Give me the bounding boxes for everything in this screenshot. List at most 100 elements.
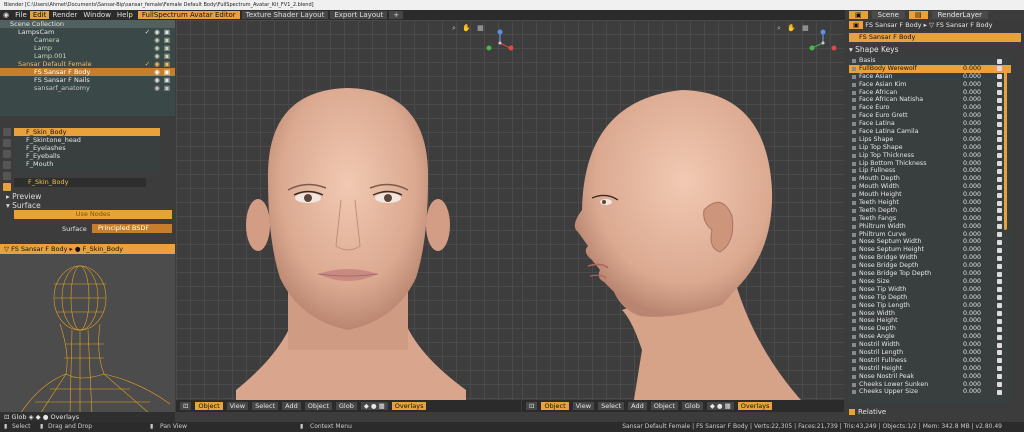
shape-key-mute-checkbox[interactable]	[997, 318, 1002, 324]
shape-key-mute-checkbox[interactable]	[997, 161, 1002, 167]
shape-key-value[interactable]: 0.000	[963, 294, 981, 302]
shape-key-row[interactable]: Basis	[849, 57, 1011, 65]
shape-key-row[interactable]: Lip Bottom Thickness 0.000	[849, 160, 1011, 168]
shape-key-row[interactable]: Teeth Fangs 0.000	[849, 215, 1011, 223]
shape-key-row[interactable]: Nose Bridge Depth 0.000	[849, 262, 1011, 270]
shape-key-value[interactable]: 0.000	[963, 270, 981, 278]
shape-key-mute-checkbox[interactable]	[997, 82, 1002, 88]
outliner-item[interactable]: Lamp ◉ ▣	[0, 44, 175, 52]
visibility-icon[interactable]: ◉ ▣	[154, 44, 171, 52]
shape-key-value[interactable]: 0.000	[963, 136, 981, 144]
shape-key-value[interactable]: 0.000	[963, 65, 981, 73]
shape-key-mute-checkbox[interactable]	[997, 389, 1002, 395]
shape-key-value[interactable]: 0.000	[963, 89, 981, 97]
shape-key-value[interactable]: 0.000	[963, 238, 981, 246]
workspace-tab-avatar-editor[interactable]: FullSpectrum Avatar Editor	[137, 11, 240, 19]
snap-icon[interactable]: ◆ ● ▦	[360, 402, 388, 410]
outliner-item[interactable]: LampsCam ✓ ◉ ▣	[0, 28, 175, 36]
render-layer-selector[interactable]: RenderLayer	[931, 11, 989, 19]
shape-key-row[interactable]: Face Latina Camila 0.000	[849, 128, 1011, 136]
shape-key-value[interactable]: 0.000	[963, 231, 981, 239]
shape-key-value[interactable]: 0.000	[963, 302, 981, 310]
shape-key-row[interactable]: Face Euro Grett 0.000	[849, 112, 1011, 120]
menu-edit[interactable]: Edit	[29, 11, 50, 19]
shape-key-row[interactable]: Teeth Height 0.000	[849, 199, 1011, 207]
shape-key-mute-checkbox[interactable]	[997, 279, 1002, 285]
shape-key-mute-checkbox[interactable]	[997, 74, 1002, 80]
shape-key-value[interactable]: 0.000	[963, 128, 981, 136]
shape-key-value[interactable]: 0.000	[963, 317, 981, 325]
wireframe-preview[interactable]	[0, 254, 175, 414]
shape-key-row[interactable]: Mouth Height 0.000	[849, 191, 1011, 199]
shape-key-mute-checkbox[interactable]	[997, 263, 1002, 269]
shape-key-row[interactable]: Nose Size 0.000	[849, 278, 1011, 286]
shape-key-row[interactable]: Mouth Depth 0.000	[849, 175, 1011, 183]
shape-key-mute-checkbox[interactable]	[997, 58, 1002, 64]
view-icon[interactable]: ⊡	[4, 413, 9, 421]
shape-key-mute-checkbox[interactable]	[997, 232, 1002, 238]
outliner-item[interactable]: Camera ◉ ▣	[0, 36, 175, 44]
shape-key-row[interactable]: Philtrum Curve 0.000	[849, 231, 1011, 239]
menu-window[interactable]: Window	[80, 11, 114, 19]
shape-key-mute-checkbox[interactable]	[997, 105, 1002, 111]
overlays-button[interactable]: Overlays	[391, 402, 427, 410]
shape-key-mute-checkbox[interactable]	[997, 287, 1002, 293]
shape-key-value[interactable]: 0.000	[963, 310, 981, 318]
shape-key-mute-checkbox[interactable]	[997, 311, 1002, 316]
select-menu[interactable]: Select	[252, 402, 279, 410]
shape-key-mute-checkbox[interactable]	[997, 168, 1002, 174]
shape-key-mute-checkbox[interactable]	[997, 97, 1002, 103]
shape-key-mute-checkbox[interactable]	[997, 208, 1002, 214]
menu-file[interactable]: File	[12, 11, 30, 19]
shape-key-value[interactable]: 0.000	[963, 349, 981, 357]
workspace-tab-export[interactable]: Export Layout	[330, 11, 388, 19]
properties-editor-icon[interactable]: ▣	[849, 21, 864, 29]
editor-type-icon[interactable]: ⊡	[526, 402, 538, 410]
object-icon[interactable]	[3, 161, 11, 169]
overlays-button[interactable]: Overlays	[50, 413, 79, 421]
visibility-icon[interactable]: ◉ ▣	[154, 84, 171, 92]
blender-logo-icon[interactable]: ◉	[0, 11, 12, 19]
shape-key-mute-checkbox[interactable]	[997, 366, 1002, 372]
snap-icon[interactable]: ◈ ◆ ●	[29, 413, 49, 421]
transform-orientation-selector[interactable]: Glob	[681, 402, 703, 410]
shape-key-row[interactable]: Nose Depth 0.000	[849, 325, 1011, 333]
material-slot[interactable]: F_Eyeballs	[14, 152, 160, 160]
shape-key-row[interactable]: Lip Fullness 0.000	[849, 167, 1011, 175]
object-menu[interactable]: Object	[304, 402, 332, 410]
shape-key-row[interactable]: Cheeks Lower Sunken 0.000	[849, 381, 1011, 389]
shape-key-row[interactable]: FullBody Werewolf 0.000	[849, 64, 1011, 73]
shape-key-row[interactable]: Nostril Width 0.000	[849, 341, 1011, 349]
shape-key-mute-checkbox[interactable]	[997, 239, 1002, 245]
view-menu[interactable]: View	[572, 402, 595, 410]
shape-key-value[interactable]: 0.000	[963, 341, 981, 349]
shape-key-row[interactable]: Face Asian Kim 0.000	[849, 81, 1011, 89]
add-menu[interactable]: Add	[282, 402, 301, 410]
visibility-icon[interactable]: ✓ ◉ ▣	[145, 60, 171, 68]
transform-orientation-selector[interactable]: Glob	[12, 413, 27, 421]
object-data-name-field[interactable]: FS Sansar F Body	[849, 33, 1021, 42]
shape-key-row[interactable]: Nostril Length 0.000	[849, 349, 1011, 357]
shape-key-value[interactable]: 0.000	[963, 246, 981, 254]
shape-key-row[interactable]: Nostril Fullness 0.000	[849, 357, 1011, 365]
shape-key-value[interactable]: 0.000	[963, 81, 981, 89]
outliner-item[interactable]: FS Sansar F Body ◉ ▣	[0, 68, 175, 76]
shape-key-mute-checkbox[interactable]	[997, 350, 1002, 356]
outliner-item[interactable]: Lamp.001 ◉ ▣	[0, 52, 175, 60]
select-menu[interactable]: Select	[598, 402, 625, 410]
shape-key-value[interactable]: 0.000	[963, 144, 981, 152]
shape-key-value[interactable]: 0.000	[963, 333, 981, 341]
outliner-item[interactable]: FS Sansar F Nails ◉ ▣	[0, 76, 175, 84]
visibility-icon[interactable]: ◉ ▣	[154, 52, 171, 60]
outliner-item[interactable]: Sansar Default Female ✓ ◉ ▣	[0, 60, 175, 68]
overlays-button[interactable]: Overlays	[737, 402, 773, 410]
shape-key-mute-checkbox[interactable]	[997, 255, 1002, 261]
shape-key-value[interactable]: 0.000	[963, 325, 981, 333]
shape-key-mute-checkbox[interactable]	[997, 271, 1002, 277]
material-name-field[interactable]: F_Skin_Body	[14, 178, 146, 187]
shape-key-mute-checkbox[interactable]	[997, 295, 1002, 301]
shape-key-mute-checkbox[interactable]	[997, 216, 1002, 222]
scene-selector[interactable]: Scene	[871, 11, 905, 19]
shape-key-mute-checkbox[interactable]	[997, 145, 1002, 151]
shape-key-value[interactable]: 0.000	[963, 207, 981, 215]
